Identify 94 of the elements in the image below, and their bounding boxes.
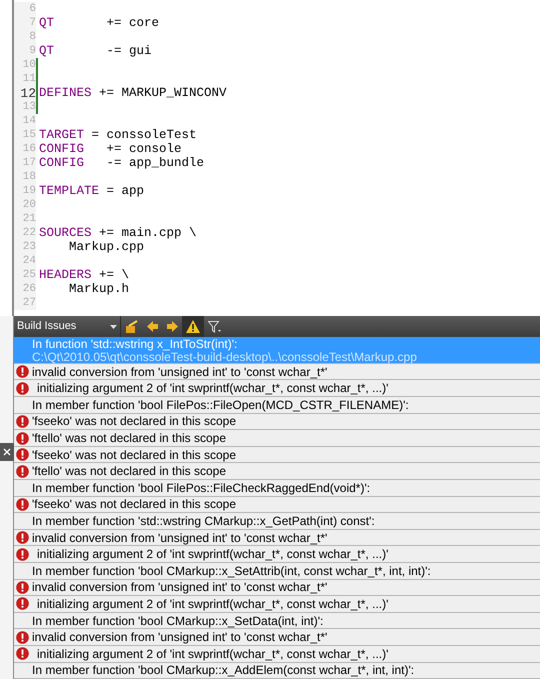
line-number: 24 xyxy=(22,256,36,266)
issue-row[interactable]: 'fseeko' was not declared in this scope xyxy=(14,414,540,430)
caret-icon xyxy=(110,324,117,328)
line-number: 16 xyxy=(22,144,36,154)
warning-icon xyxy=(186,320,200,333)
issue-row[interactable]: initializing argument 2 of 'int swprintf(wchar_t*, const wchar_t*, ...)' xyxy=(14,380,540,398)
issue-text: In function 'std::wstring x_IntToStr(int)': xyxy=(32,337,238,351)
line-number: 26 xyxy=(22,284,36,294)
issue-row[interactable]: In member function 'bool CMarkup::x_SetData(int, int)': xyxy=(14,612,540,630)
error-icon xyxy=(16,448,29,462)
issue-text: 'fseeko' was not declared in this scope xyxy=(32,414,236,428)
issue-row[interactable]: In member function 'std::wstring CMarkup::x_GetPath(int) const': xyxy=(14,513,540,530)
line-number: 14 xyxy=(22,116,36,126)
warnings-button[interactable] xyxy=(182,316,204,337)
line-number: 17 xyxy=(22,158,36,168)
issue-row[interactable]: 'fseeko' was not declared in this scope xyxy=(14,496,540,514)
issue-text: initializing argument 2 of 'int swprintf(wchar_t*, const wchar_t*, ...)' xyxy=(36,646,388,661)
line-number: 13 xyxy=(22,102,36,112)
issue-row[interactable]: 'ftello' was not declared in this scope xyxy=(14,430,540,447)
issue-text: In member function 'bool FilePos::FileOpen(MCD_CSTR_FILENAME)': xyxy=(32,398,409,412)
code-line: HEADERS += \ xyxy=(38,268,130,282)
line-number: 20 xyxy=(22,200,36,210)
error-icon xyxy=(16,647,29,660)
line-number: 9 xyxy=(29,46,36,56)
arrow-left-icon xyxy=(146,321,158,332)
close-button[interactable] xyxy=(0,443,14,461)
issue-text: initializing argument 2 of 'int swprintf(wchar_t*, const wchar_t*, ...)' xyxy=(36,381,388,396)
arrow-right-icon xyxy=(166,321,178,332)
error-icon xyxy=(16,630,29,644)
issue-text: 'ftello' was not declared in this scope xyxy=(32,464,226,478)
issue-text: invalid conversion from 'unsigned int' to 'const wchar_t*' xyxy=(32,580,328,594)
issue-text: 'fseeko' was not declared in this scope xyxy=(32,497,236,512)
line-number: 7 xyxy=(29,18,36,28)
code-line: QT += core xyxy=(38,16,160,30)
issue-text: In member function 'bool CMarkup::x_AddElem(const wchar_t*, int, int)': xyxy=(32,663,414,678)
issue-text: initializing argument 2 of 'int swprintf(wchar_t*, const wchar_t*, ...)' xyxy=(36,547,388,562)
code-line: QT -= gui xyxy=(38,44,152,58)
error-icon xyxy=(16,414,29,428)
code-line: Markup.h xyxy=(68,282,130,296)
issue-text: initializing argument 2 of 'int swprintf(wchar_t*, const wchar_t*, ...)' xyxy=(36,596,388,611)
issue-row[interactable]: initializing argument 2 of 'int swprintf(wchar_t*, const wchar_t*, ...)' xyxy=(14,546,540,563)
issue-row[interactable]: initializing argument 2 of 'int swprintf(wchar_t*, const wchar_t*, ...)' xyxy=(14,596,540,613)
error-icon xyxy=(16,365,29,378)
panel-dropdown[interactable]: Build Issues xyxy=(14,316,120,337)
line-number: 6 xyxy=(29,4,36,14)
error-icon xyxy=(16,548,29,561)
issue-row[interactable]: In member function 'bool CMarkup::x_AddElem(const wchar_t*, int, int)': xyxy=(14,662,540,679)
issue-text: In member function 'std::wstring CMarkup::x_GetPath(int) const': xyxy=(32,514,375,528)
line-number: 21 xyxy=(22,214,36,224)
line-number: 27 xyxy=(22,298,36,308)
error-icon xyxy=(16,432,29,444)
issue-row[interactable]: 'fseeko' was not declared in this scope xyxy=(14,446,540,464)
issue-text: In member function 'bool CMarkup::x_SetAttrib(int, const wchar_t*, int, int)': xyxy=(32,564,431,578)
issue-row[interactable]: initializing argument 2 of 'int swprintf(wchar_t*, const wchar_t*, ...)' xyxy=(14,646,540,663)
code-line: DEFINES += MARKUP_WINCONV xyxy=(38,86,227,100)
line-number: 25 xyxy=(22,270,36,280)
issue-text: invalid conversion from 'unsigned int' to 'const wchar_t*' xyxy=(32,630,328,644)
issue-row[interactable]: 'ftello' was not declared in this scope xyxy=(14,463,540,480)
broom-icon xyxy=(124,320,138,334)
close-icon xyxy=(3,448,11,456)
issue-text: invalid conversion from 'unsigned int' to 'const wchar_t*' xyxy=(32,530,328,545)
code-line: SOURCES += main.cpp \ xyxy=(38,226,197,240)
error-icon xyxy=(16,580,29,594)
file-path: C:\Qt\2010.05\qt\conssoleTest-build-desktop\..\conssoleTest\Markup.cpp xyxy=(31,350,418,363)
line-number: 22 xyxy=(22,228,36,238)
line-number: 15 xyxy=(22,130,36,140)
issue-text: invalid conversion from 'unsigned int' to 'const wchar_t*' xyxy=(32,364,328,379)
line-number: 23 xyxy=(22,242,36,252)
issue-row[interactable]: invalid conversion from 'unsigned int' to 'const wchar_t*' xyxy=(14,580,540,596)
line-number: 11 xyxy=(22,74,36,84)
issue-text: In member function 'bool CMarkup::x_SetData(int, int)': xyxy=(32,614,324,628)
error-icon xyxy=(16,498,29,511)
line-number: 8 xyxy=(29,32,36,42)
line-number: 12 xyxy=(20,86,36,100)
filter-icon xyxy=(208,320,222,332)
line-number: 19 xyxy=(22,186,36,196)
line-number: 10 xyxy=(22,60,36,70)
code-line: CONFIG -= app_bundle xyxy=(38,156,204,170)
issue-row[interactable]: invalid conversion from 'unsigned int' to 'const wchar_t*' xyxy=(14,629,540,646)
issue-text: In member function 'bool FilePos::FileCheckRaggedEnd(void*)': xyxy=(32,480,370,495)
error-icon xyxy=(16,464,29,478)
code-line: Markup.cpp xyxy=(68,240,144,254)
code-line: CONFIG += console xyxy=(38,142,182,156)
issue-text: 'ftello' was not declared in this scope xyxy=(32,431,226,445)
issue-row[interactable]: In member function 'bool FilePos::FileOpen(MCD_CSTR_FILENAME)': xyxy=(14,397,540,414)
issue-row[interactable]: invalid conversion from 'unsigned int' to 'const wchar_t*' xyxy=(14,364,540,380)
error-icon xyxy=(16,597,29,610)
error-icon xyxy=(16,531,29,544)
code-line: TARGET = conssoleTest xyxy=(38,128,197,142)
line-number: 18 xyxy=(22,172,36,182)
error-icon xyxy=(16,382,29,395)
issue-row[interactable]: invalid conversion from 'unsigned int' to 'const wchar_t*' xyxy=(14,530,540,546)
code-line: TEMPLATE = app xyxy=(38,184,144,198)
issue-text: 'fseeko' was not declared in this scope xyxy=(32,448,236,462)
